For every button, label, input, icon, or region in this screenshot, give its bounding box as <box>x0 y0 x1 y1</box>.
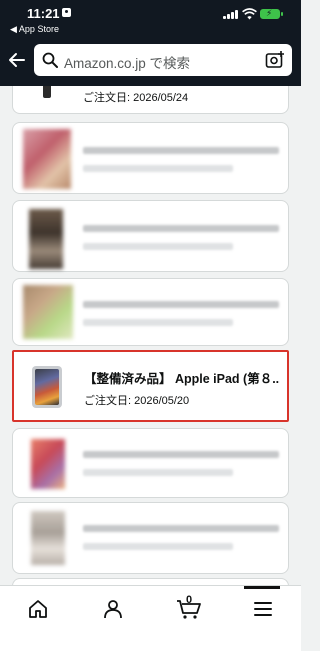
product-thumbnail <box>31 511 65 565</box>
order-date: ご注文日: 2026/05/24 <box>83 92 189 104</box>
blurred-title <box>83 225 279 232</box>
blurred-date <box>83 319 233 326</box>
back-to-app-store-link[interactable]: ◀ App Store <box>10 24 59 35</box>
cart-count-badge: 0 <box>186 594 193 606</box>
battery-charging-icon: ⚡ <box>260 8 283 19</box>
order-card[interactable]: ご注文日: 2026/05/24 <box>12 86 289 114</box>
wifi-icon <box>242 8 257 20</box>
product-thumbnail <box>31 439 65 489</box>
account-icon <box>104 600 122 619</box>
blurred-title <box>83 525 279 532</box>
blurred-date <box>83 165 233 172</box>
search-icon <box>42 52 58 68</box>
camera-search-icon[interactable] <box>265 50 285 70</box>
blurred-title <box>83 147 279 154</box>
menu-icon <box>254 602 272 616</box>
blurred-date <box>83 469 233 476</box>
order-card[interactable] <box>12 428 289 498</box>
search-bar[interactable]: Amazon.co.jp で検索 <box>34 44 292 76</box>
blurred-date <box>83 243 233 250</box>
search-input[interactable]: Amazon.co.jp で検索 <box>64 52 190 72</box>
product-thumbnail <box>23 285 73 339</box>
product-thumbnail <box>43 86 51 98</box>
order-card[interactable] <box>12 502 289 574</box>
active-tab-indicator <box>244 586 280 589</box>
order-card-ipad[interactable]: 【整備済み品】 Apple iPad (第８... ご注文日: 2026/05/… <box>12 350 289 422</box>
blurred-title <box>83 301 279 308</box>
product-thumbnail <box>23 129 71 189</box>
bottom-tab-bar <box>0 585 301 651</box>
app-header: 11:21 ◀ App Store ⚡ Amazon.co.jp で検索 <box>0 0 301 86</box>
home-tab[interactable] <box>27 598 49 620</box>
back-arrow-icon[interactable] <box>8 51 26 69</box>
status-bar: 11:21 ◀ App Store ⚡ <box>0 0 301 34</box>
blurred-date <box>83 543 233 550</box>
signal-icon <box>223 10 239 19</box>
order-card[interactable] <box>12 278 289 346</box>
ipad-thumbnail <box>32 366 62 408</box>
order-card[interactable] <box>12 122 289 194</box>
order-date: ご注文日: 2026/05/20 <box>84 395 190 407</box>
order-card[interactable] <box>12 200 289 272</box>
account-tab[interactable] <box>102 598 124 620</box>
menu-tab[interactable] <box>252 598 274 620</box>
order-history-list: ご注文日: 2026/05/24 【整備済み品】 Apple iPad (第８.… <box>0 86 301 585</box>
person-icon <box>62 8 71 17</box>
status-time: 11:21 <box>27 6 60 21</box>
order-item-title[interactable]: 【整備済み品】 Apple iPad (第８... <box>84 368 280 387</box>
order-card[interactable] <box>12 578 289 585</box>
product-thumbnail <box>29 209 63 269</box>
blurred-title <box>83 451 279 458</box>
home-icon <box>29 600 47 618</box>
